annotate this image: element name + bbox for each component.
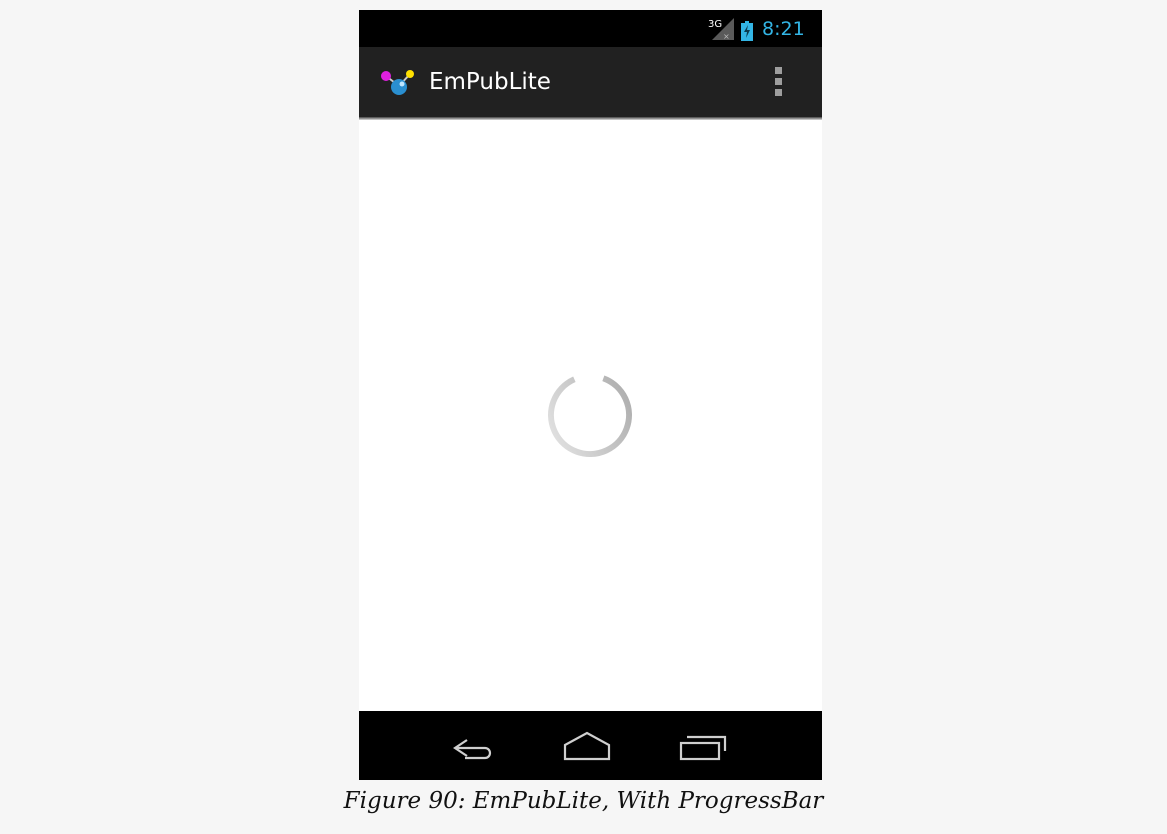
home-icon[interactable] [557,727,617,767]
svg-text:3G: 3G [708,19,722,30]
recents-icon[interactable] [673,727,733,767]
navigation-bar [359,711,822,780]
action-bar: EmPubLite [359,47,822,117]
back-icon[interactable] [445,727,505,767]
signal-3g-icon: 3G × [708,18,734,41]
svg-text:×: × [723,32,730,41]
overflow-menu-button[interactable] [767,65,791,99]
status-bar: 3G × 8:21 [359,10,822,47]
figure-caption: Figure 90: EmPubLite, With ProgressBar [343,788,824,814]
overflow-dot [775,89,782,96]
overflow-dot [775,78,782,85]
progress-spinner-icon [548,373,632,457]
empublite-molecule-icon[interactable] [379,67,415,97]
app-title: EmPubLite [429,69,551,95]
phone-screen: 3G × 8:21 EmPubLite [359,10,822,780]
overflow-dot [775,67,782,74]
battery-charging-icon [741,21,753,41]
status-clock: 8:21 [762,18,805,40]
